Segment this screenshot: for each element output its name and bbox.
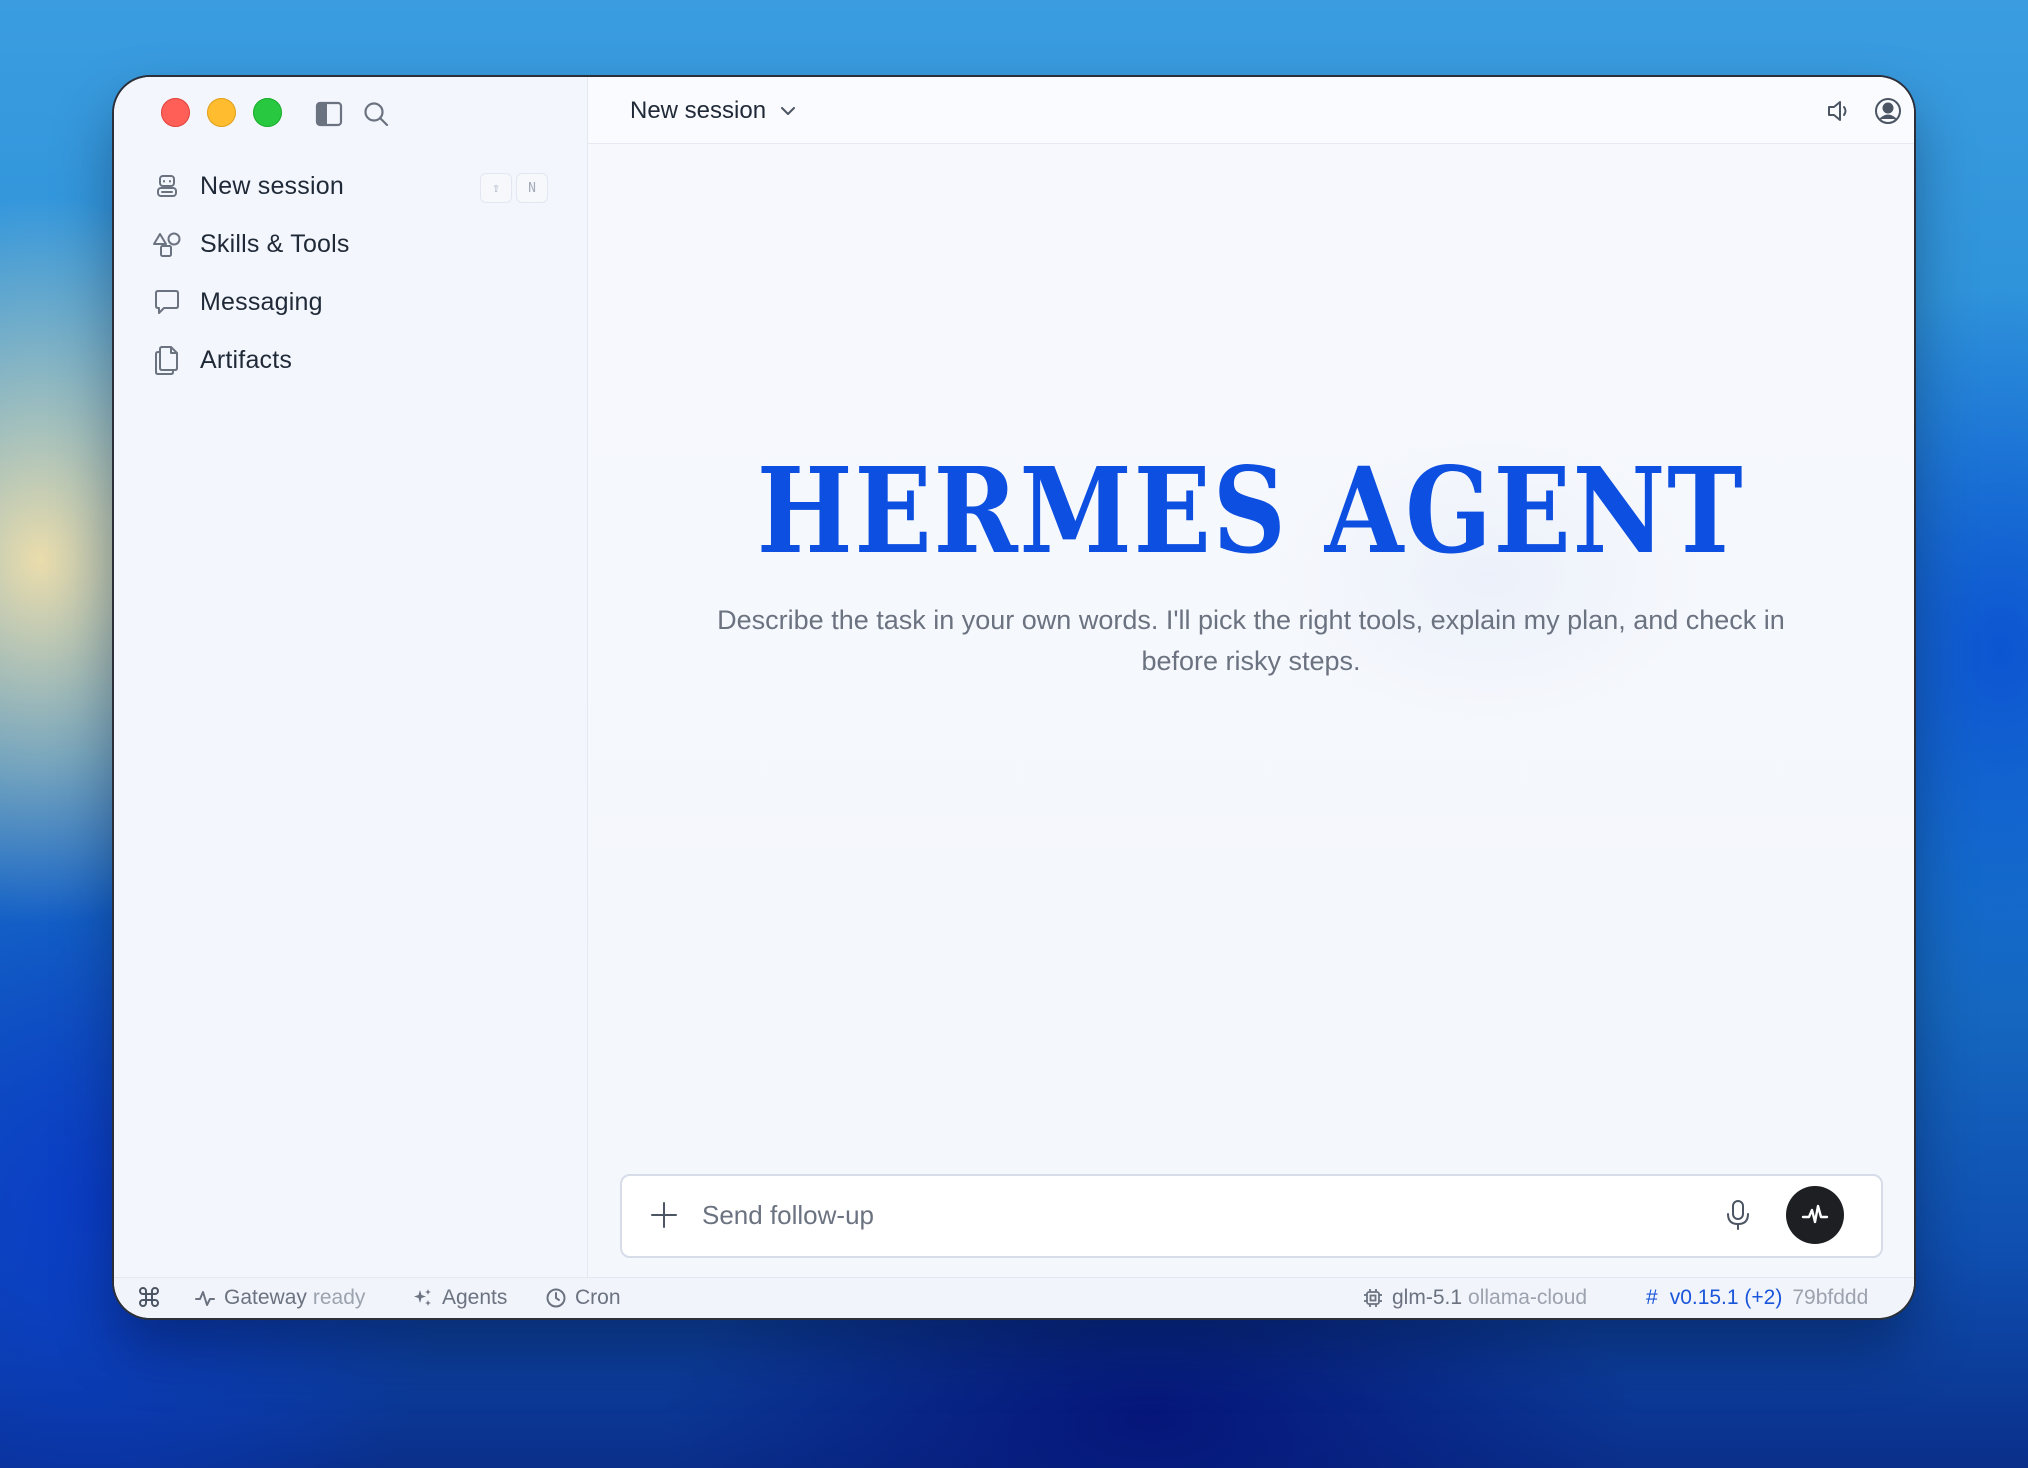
cron-button[interactable]: Cron [545,1286,621,1310]
toggle-sidebar-icon[interactable] [314,99,344,129]
microphone-icon[interactable] [1722,1198,1754,1232]
speaker-icon[interactable] [1823,95,1855,127]
hero-title: HERMES AGENT [756,441,1745,580]
cron-label: Cron [575,1286,621,1309]
model-selector[interactable]: glm-5.1 ollama-cloud [1362,1286,1587,1310]
agents-label: Agents [442,1286,508,1309]
chevron-down-icon [781,107,796,115]
attach-plus-icon[interactable] [648,1199,680,1231]
sparkles-icon [414,1289,431,1306]
sidebar-item-artifacts[interactable]: Artifacts [150,335,560,385]
shortcut-n-key: N [516,173,548,203]
version-info[interactable]: # v0.15.1 (+2) 79bfddd [1646,1286,1868,1310]
model-provider: ollama-cloud [1468,1286,1588,1309]
gateway-status-text: ready [312,1286,366,1309]
message-composer: Send follow-up [620,1174,1883,1258]
commit-hash: 79bfddd [1792,1286,1869,1309]
command-icon[interactable] [138,1286,168,1308]
message-input[interactable]: Send follow-up [702,1200,874,1231]
main-panel: New session HERMES AGENT Describe the ta… [588,77,1914,1277]
version-label: v0.15.1 (+2) [1669,1286,1783,1309]
hero-subtitle: Describe the task in your own words. I'l… [717,605,1785,676]
sidebar-item-label: Messaging [200,287,323,316]
send-voice-button[interactable] [1786,1186,1844,1244]
status-bar: Gateway ready Agents Cron glm-5.1 ollama… [114,1277,1914,1318]
sidebar-item-label: New session [200,171,344,200]
minimize-window-button[interactable] [207,98,236,127]
chat-bubble-icon [150,285,184,319]
model-name: glm-5.1 [1392,1286,1463,1309]
agents-button[interactable]: Agents [412,1286,507,1310]
sidebar: New session ⇧ N Skills & Tools Messaging [114,77,588,1277]
search-icon[interactable] [361,99,391,129]
gateway-status[interactable]: Gateway ready [194,1286,365,1310]
app-window: New session ⇧ N Skills & Tools Messaging [114,77,1914,1318]
sidebar-item-messaging[interactable]: Messaging [150,277,560,327]
sidebar-item-skills-tools[interactable]: Skills & Tools [150,219,560,269]
maximize-window-button[interactable] [253,98,282,127]
session-selector[interactable]: New session [630,97,798,125]
activity-icon [195,1291,215,1306]
cpu-chip-icon [1364,1289,1382,1307]
close-window-button[interactable] [161,98,190,127]
sidebar-item-label: Skills & Tools [200,229,350,258]
user-account-icon[interactable] [1872,95,1904,127]
shapes-icon [150,227,184,261]
shortcut-shift-key: ⇧ [480,173,512,203]
clock-icon [546,1288,566,1308]
gateway-label: Gateway [224,1286,307,1309]
hash-icon: # [1646,1286,1658,1309]
documents-icon [150,343,184,377]
robot-icon [150,169,184,203]
waveform-icon [1801,1204,1829,1224]
header: New session [588,77,1914,144]
sidebar-item-new-session[interactable]: New session ⇧ N [150,161,560,211]
session-title: New session [630,97,767,124]
sidebar-item-label: Artifacts [200,345,293,374]
